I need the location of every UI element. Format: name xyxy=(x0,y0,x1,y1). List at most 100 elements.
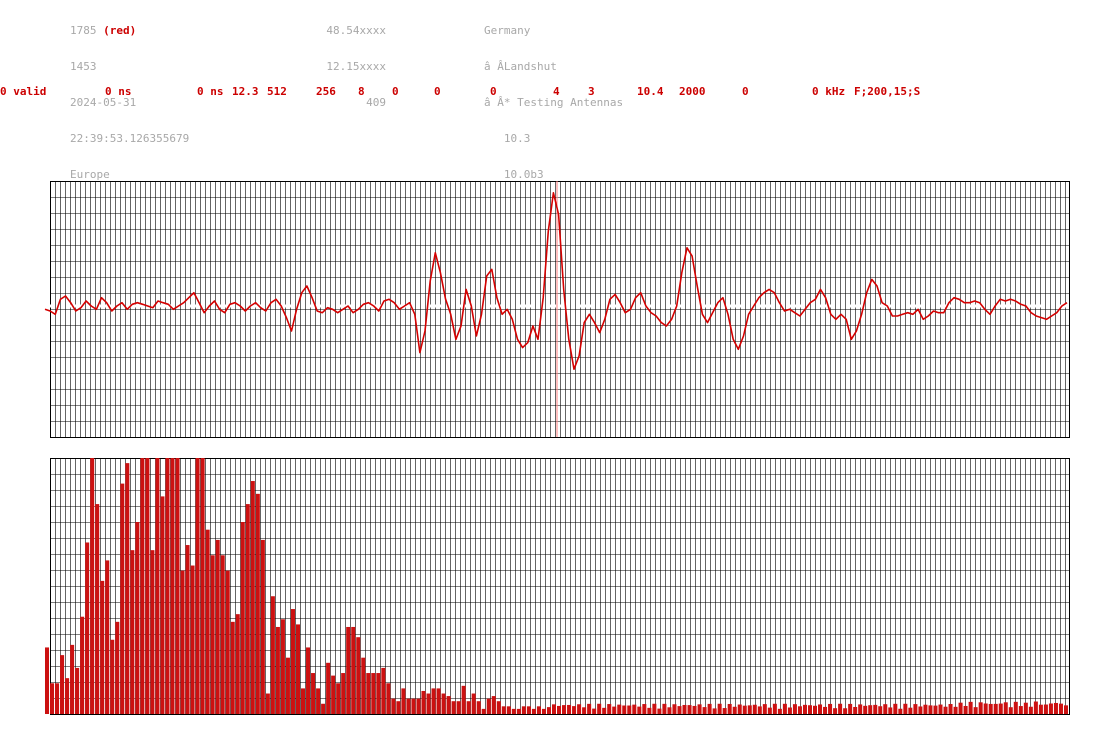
spectrum-bar xyxy=(376,673,381,714)
spectrum-bar xyxy=(567,704,572,714)
spectrum-bar xyxy=(1028,706,1033,714)
spectrum-bar xyxy=(853,706,858,714)
spectrum-bar xyxy=(597,703,602,714)
spectrum-bar xyxy=(456,701,461,714)
spectrum-bar xyxy=(361,657,366,714)
spectrum-bar xyxy=(50,683,55,714)
spectrum-bar xyxy=(818,704,823,714)
spectrum-bar xyxy=(401,688,406,714)
spectrum-bar xyxy=(190,565,195,714)
spectrum-bar xyxy=(662,703,667,714)
waveform-line xyxy=(44,192,1068,370)
spectrum-bar xyxy=(245,504,250,714)
spectrum-bar xyxy=(120,483,125,714)
spectrum-bar xyxy=(637,706,642,714)
spectrum-bar xyxy=(260,539,265,714)
spectrum-bar xyxy=(717,703,722,714)
spectrum-bar xyxy=(928,705,933,714)
spectrum-bar xyxy=(175,458,180,714)
spectrum-bar xyxy=(100,580,105,714)
spectrum-bar xyxy=(1033,701,1038,714)
spectrum-bar xyxy=(632,704,637,714)
spectrum-bar xyxy=(1058,703,1063,714)
spectrum-bar xyxy=(582,707,587,714)
spectrum-bar xyxy=(280,619,285,714)
spectrum-bar xyxy=(421,690,426,714)
spectrum-bar xyxy=(411,698,416,714)
spectrum-bar xyxy=(130,550,135,714)
spectrum-bar xyxy=(295,624,300,714)
spectrum-bar xyxy=(752,704,757,714)
spectrum-bar xyxy=(657,708,662,714)
spectrum-bar xyxy=(95,504,100,714)
spectrum-bar xyxy=(722,708,727,714)
spectrum-bar xyxy=(973,707,978,714)
spectrum-bar xyxy=(406,698,411,714)
spectrum-bar xyxy=(562,705,567,714)
spectrum-bar xyxy=(913,704,918,714)
spectrum-bar xyxy=(848,703,853,714)
spectrum-bar xyxy=(451,701,456,714)
spectrum-bar xyxy=(165,458,170,714)
spectrum-bar xyxy=(160,496,165,714)
spectrum-bar xyxy=(983,703,988,714)
spectrum-bar xyxy=(652,703,657,714)
spectrum-bar xyxy=(426,693,431,714)
spectrum-bar xyxy=(592,708,597,714)
spectrum-bar xyxy=(336,683,341,714)
spectrum-bar xyxy=(471,693,476,714)
spectrum-bar xyxy=(802,704,807,714)
spectrum-bar xyxy=(807,705,812,714)
spectrum-bar xyxy=(90,458,95,714)
spectrum-bar xyxy=(697,704,702,714)
spectrum-bar xyxy=(838,703,843,714)
spectrum-bar xyxy=(306,647,311,714)
spectrum-bar xyxy=(622,705,627,714)
spectrum-bar xyxy=(702,707,707,714)
spectrum-bar xyxy=(878,706,883,714)
spectrum-bar xyxy=(381,667,386,714)
spectrum-bar xyxy=(843,708,848,714)
spectrum-bar xyxy=(235,614,240,714)
spectrum-bar xyxy=(908,707,913,714)
spectrum-bar xyxy=(762,704,767,714)
spectrum-bar xyxy=(787,707,792,714)
spectrum-bar xyxy=(958,702,963,714)
spectrum-bar xyxy=(546,707,551,714)
spectrum-bar xyxy=(250,481,255,714)
charts-canvas xyxy=(44,181,1070,715)
spectrum-bar xyxy=(290,609,295,714)
spectrum-bars xyxy=(45,458,1068,714)
spectrum-bar xyxy=(988,703,993,714)
spectrum-bar xyxy=(70,644,75,714)
spectrum-bar xyxy=(918,706,923,714)
spectrum-bar xyxy=(873,704,878,714)
spectrum-bar xyxy=(777,708,782,714)
spectrum-bar xyxy=(230,621,235,714)
spectrum-bar xyxy=(617,704,622,714)
spectrum-bar xyxy=(220,555,225,714)
spectrum-bar xyxy=(351,626,356,714)
spectrum-bar xyxy=(461,685,466,714)
spectrum-bar xyxy=(396,701,401,714)
spectrum-bar xyxy=(602,707,607,714)
spectrum-bar xyxy=(140,458,145,714)
spectrum-bar xyxy=(933,705,938,714)
spectrum-bar xyxy=(858,704,863,714)
spectrum-bar xyxy=(998,703,1003,714)
spectrum-bar xyxy=(687,705,692,714)
spectrum-bar xyxy=(692,705,697,714)
spectrum-bar xyxy=(185,545,190,714)
spectrum-bar xyxy=(200,458,205,714)
spectrum-bar xyxy=(80,616,85,714)
spectrum-bar xyxy=(813,705,818,714)
spectrum-bar xyxy=(757,706,762,714)
spectrum-bar xyxy=(893,703,898,714)
spectrum-bar xyxy=(747,705,752,714)
spectrum-bar xyxy=(767,707,772,714)
spectrum-bar xyxy=(85,542,90,714)
spectrum-bar xyxy=(125,463,130,714)
spectrum-bar xyxy=(577,704,582,714)
spectrum-bar xyxy=(441,693,446,714)
spectrum-bar xyxy=(938,704,943,714)
